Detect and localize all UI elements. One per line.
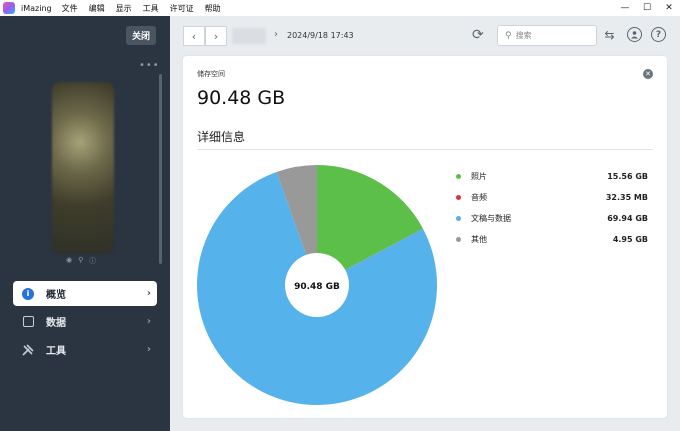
transfer-icon[interactable]: ⇆ — [602, 27, 617, 42]
legend-item: 其他 4.95 GB — [456, 229, 648, 250]
device-status-icons: ◉ ⚲ ⓘ — [66, 256, 96, 266]
search-input[interactable]: ⚲ 搜索 — [497, 25, 597, 46]
search-icon: ⚲ — [505, 30, 512, 41]
legend-label: 照片 — [471, 172, 487, 181]
menu-bar: iMazing 文件 编辑 显示 工具 许可证 帮助 — ☐ ✕ — [0, 0, 680, 16]
chevron-right-icon: › — [146, 288, 151, 299]
legend-value: 69.94 GB — [607, 214, 648, 223]
storage-total: 90.48 GB — [197, 87, 286, 109]
chart-legend: 照片 15.56 GB 音频 32.35 MB 文稿与数据 69.94 GB 其他 4.95 … — [456, 166, 648, 250]
legend-color-dot — [456, 216, 461, 221]
menu-view[interactable]: 显示 — [116, 3, 132, 14]
close-window-button[interactable]: ✕ — [658, 3, 680, 13]
legend-item: 文稿与数据 69.94 GB — [456, 208, 648, 229]
maximize-button[interactable]: ☐ — [636, 3, 658, 13]
legend-item: 照片 15.56 GB — [456, 166, 648, 187]
last-backup-datetime: 2024/9/18 17:43 — [287, 31, 354, 40]
sidebar-item-label: 概览 — [46, 290, 66, 301]
legend-color-dot — [456, 195, 461, 200]
storage-label: 储存空间 — [197, 70, 225, 78]
more-options-icon[interactable]: ••• — [139, 60, 160, 71]
search-placeholder: 搜索 — [515, 31, 532, 40]
breadcrumb-separator: › — [274, 29, 278, 40]
menu-file[interactable]: 文件 — [62, 3, 78, 14]
close-device-button[interactable]: 关闭 — [126, 26, 156, 45]
app-logo-icon — [3, 2, 15, 14]
sidebar-scrollbar[interactable] — [159, 74, 162, 264]
forward-button[interactable]: › — [205, 26, 227, 46]
help-icon[interactable]: ? — [651, 27, 666, 42]
chevron-right-icon: › — [146, 316, 151, 327]
info-icon: i — [22, 287, 34, 300]
menu-help[interactable]: 帮助 — [205, 3, 221, 14]
app-name: iMazing — [21, 3, 52, 13]
device-thumbnail — [52, 82, 114, 254]
pie-center-label: 90.48 GB — [294, 282, 340, 292]
menu-license[interactable]: 许可证 — [170, 3, 194, 14]
sidebar-item-label: 工具 — [46, 346, 66, 357]
legend-value: 15.56 GB — [607, 172, 648, 181]
sidebar-item-overview[interactable]: i 概览 › — [13, 281, 157, 306]
chevron-right-icon: › — [146, 344, 151, 355]
sidebar: 关闭 ••• ◉ ⚲ ⓘ i 概览 › 数据 › 工具 › — [0, 16, 170, 431]
minimize-button[interactable]: — — [614, 3, 636, 13]
legend-value: 32.35 MB — [605, 193, 648, 202]
details-heading: 详细信息 — [197, 130, 246, 144]
menu-tools[interactable]: 工具 — [143, 3, 159, 14]
toolbar: ‹ › › 2024/9/18 17:43 ⟳ ⚲ 搜索 ⇆ ? — [170, 16, 680, 56]
refresh-icon[interactable]: ⟳ — [472, 27, 484, 43]
square-icon — [22, 316, 34, 327]
sidebar-item-tools[interactable]: 工具 › — [13, 337, 157, 362]
legend-color-dot — [456, 174, 461, 179]
legend-value: 4.95 GB — [612, 235, 648, 244]
legend-label: 音频 — [471, 193, 487, 202]
legend-label: 其他 — [471, 235, 487, 244]
back-button[interactable]: ‹ — [183, 26, 205, 46]
breadcrumb-device[interactable] — [232, 28, 266, 44]
storage-card: 储存空间 ✕ 90.48 GB 详细信息 90.48 GB 照片 15.56 GB… — [183, 56, 667, 418]
legend-item: 音频 32.35 MB — [456, 187, 648, 208]
device-info-icon[interactable]: ⓘ — [89, 256, 96, 266]
close-icon[interactable]: ✕ — [643, 69, 653, 79]
legend-color-dot — [456, 237, 461, 242]
account-icon[interactable] — [627, 27, 642, 42]
divider — [197, 149, 653, 150]
key-icon[interactable]: ⚲ — [78, 256, 83, 266]
tools-icon — [22, 343, 34, 356]
menu-edit[interactable]: 编辑 — [89, 3, 105, 14]
storage-pie-chart: 90.48 GB — [197, 165, 437, 405]
sidebar-item-data[interactable]: 数据 › — [13, 309, 157, 334]
backup-icon[interactable]: ◉ — [66, 256, 72, 266]
legend-label: 文稿与数据 — [471, 214, 511, 223]
sidebar-item-label: 数据 — [46, 318, 66, 329]
window-controls: — ☐ ✕ — [614, 3, 680, 13]
